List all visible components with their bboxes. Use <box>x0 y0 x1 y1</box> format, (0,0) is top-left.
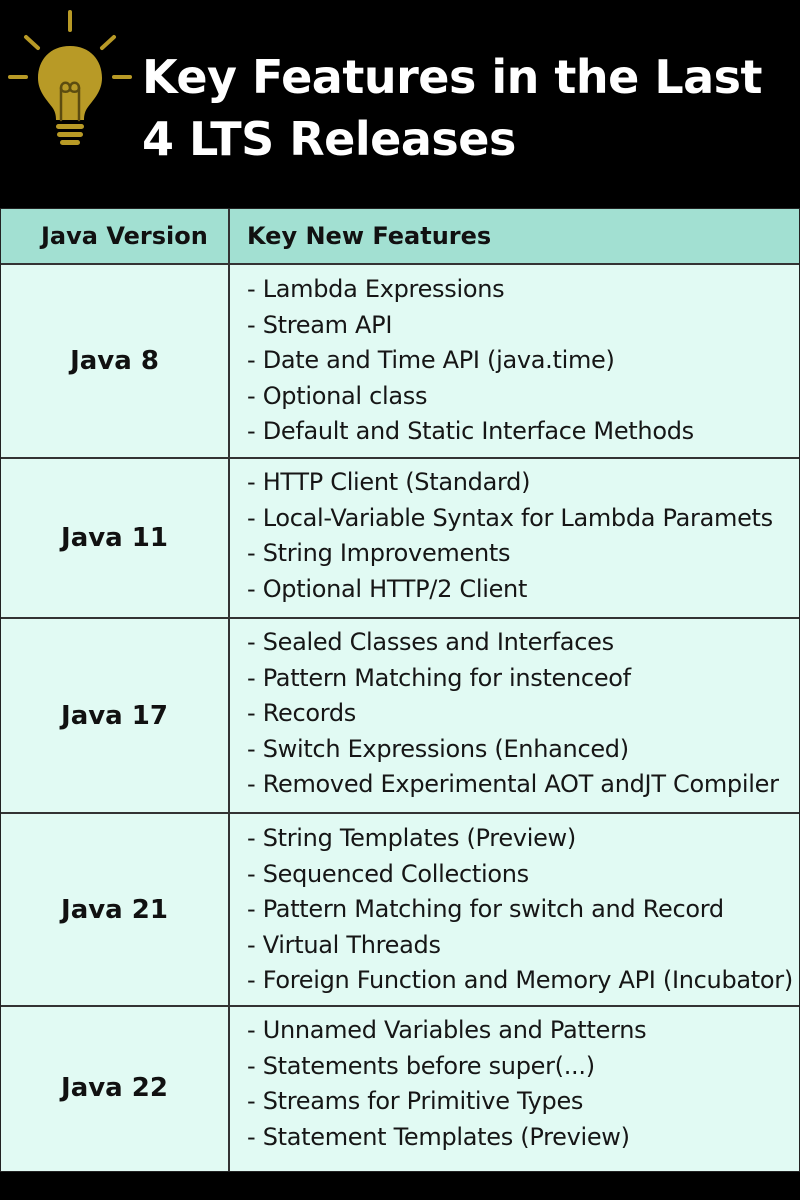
column-divider <box>228 209 230 1171</box>
feature-item: - Unnamed Variables and Patterns <box>247 1016 647 1044</box>
feature-item: - Records <box>247 699 357 727</box>
feature-item: - HTTP Client (Standard) <box>247 468 531 496</box>
table-row-java-11: Java 11 - HTTP Client (Standard) - Local… <box>1 459 799 619</box>
feature-item: - Statement Templates (Preview) <box>247 1122 630 1151</box>
title-line-1: Key Features in the Last <box>142 50 763 104</box>
table-header-row: Java Version Key New Features <box>1 209 799 265</box>
feature-item: - String Improvements <box>247 539 511 567</box>
feature-item: - Date and Time API (java.time) <box>247 346 615 374</box>
version-cell: Java 22 <box>61 1073 168 1103</box>
version-cell: Java 21 <box>61 894 168 925</box>
feature-item: - Optional class <box>247 381 428 410</box>
features-list: - HTTP Client (Standard) - Local-Variabl… <box>247 465 773 607</box>
feature-item: - Switch Expressions (Enhanced) <box>247 734 629 763</box>
version-cell: Java 17 <box>61 700 168 731</box>
feature-item: - Pattern Matching for instenceof <box>247 663 631 692</box>
feature-item: - Local-Variable Syntax for Lambda Param… <box>247 503 773 532</box>
feature-item: - Streams for Primitive Types <box>247 1087 584 1115</box>
table-row-java-17: Java 17 - Sealed Classes and Interfaces … <box>1 619 799 814</box>
feature-item: - Sequenced Collections <box>247 859 529 888</box>
features-list: - String Templates (Preview) - Sequenced… <box>247 821 793 999</box>
feature-item: - Statements before super(...) <box>247 1051 595 1080</box>
page-title: Key Features in the Last 4 LTS Releases <box>142 46 782 170</box>
feature-item: - Sealed Classes and Interfaces <box>247 628 614 656</box>
table-row-java-8: Java 8 - Lambda Expressions - Stream API… <box>1 265 799 459</box>
feature-item: - Pattern Matching for switch and Record <box>247 895 724 923</box>
table-row-java-21: Java 21 - String Templates (Preview) - S… <box>1 814 799 1007</box>
feature-item: - String Templates (Preview) <box>247 824 576 852</box>
page-header: Key Features in the Last 4 LTS Releases <box>0 0 800 208</box>
feature-item: - Lambda Expressions <box>247 275 505 303</box>
feature-item: - Stream API <box>247 310 393 339</box>
feature-item: - Foreign Function and Memory API (Incub… <box>247 966 793 994</box>
features-list: - Unnamed Variables and Patterns - State… <box>247 1013 647 1155</box>
lts-features-table: Java Version Key New Features Java 8 - L… <box>0 208 800 1172</box>
version-cell: Java 8 <box>70 346 159 376</box>
features-list: - Lambda Expressions - Stream API - Date… <box>247 272 694 450</box>
column-header-features: Key New Features <box>247 222 492 250</box>
title-line-2: 4 LTS Releases <box>142 112 516 166</box>
features-list: - Sealed Classes and Interfaces - Patter… <box>247 625 779 803</box>
lightbulb-icon <box>8 10 132 145</box>
feature-item: - Virtual Threads <box>247 930 441 959</box>
column-header-version: Java Version <box>41 222 208 250</box>
feature-item: - Default and Static Interface Methods <box>247 417 694 445</box>
feature-item: - Removed Experimental AOT andJT Compile… <box>247 770 779 798</box>
version-cell: Java 11 <box>61 523 168 553</box>
table-row-java-22: Java 22 - Unnamed Variables and Patterns… <box>1 1007 799 1169</box>
feature-item: - Optional HTTP/2 Client <box>247 574 528 603</box>
